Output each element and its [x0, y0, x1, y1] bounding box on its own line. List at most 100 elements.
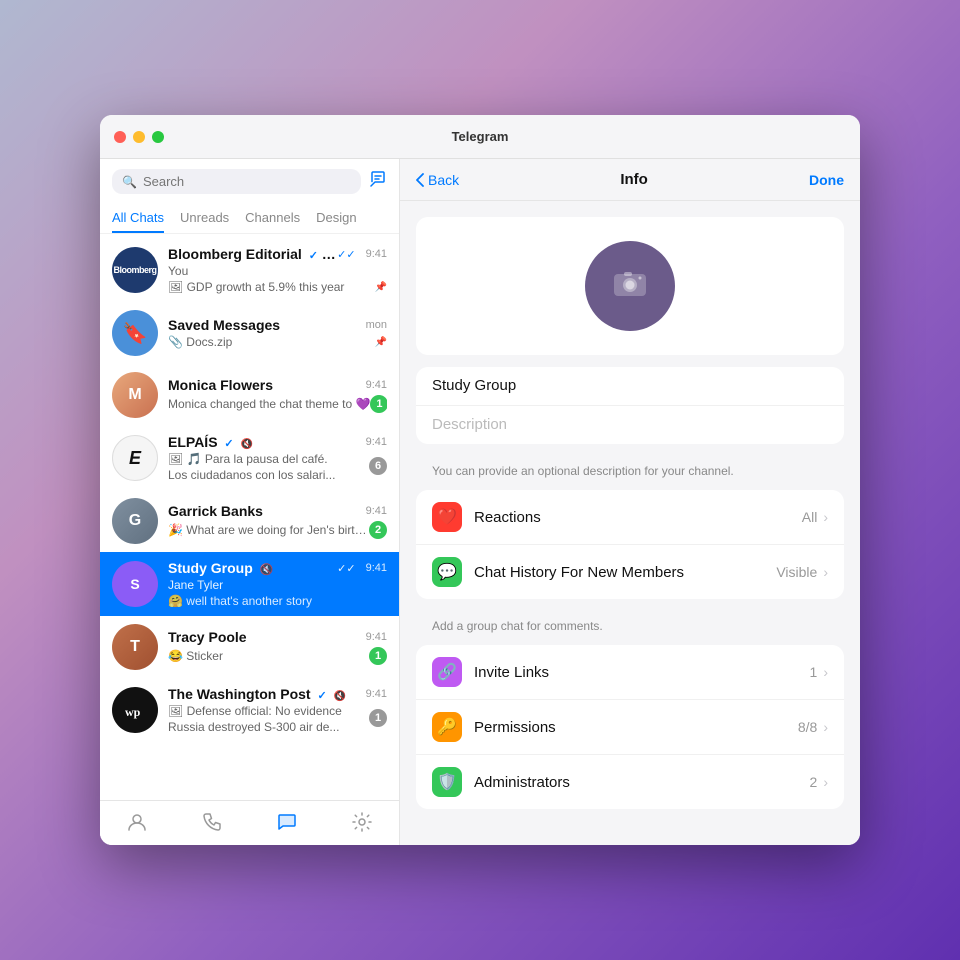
chat-history-icon: 💬 — [437, 562, 457, 582]
description-placeholder: Description — [432, 416, 507, 433]
mute-icon-elpais: 🔇 — [241, 439, 253, 450]
chat-body-garrick: Garrick Banks 9:41 🎉 What are we doing f… — [168, 503, 387, 539]
chat-preview-study: 🤗 well that's another story — [168, 594, 387, 608]
chat-body-elpais: ELPAÍS ✓ 🔇 9:41 🖼 🎵 Para la pausa del ca… — [168, 434, 387, 482]
chat-preview-garrick: 🎉 What are we doing for Jen's birthday o… — [168, 521, 387, 539]
reactions-value: All — [802, 509, 818, 525]
badge-garrick: 2 — [369, 521, 387, 539]
chat-name-bloomberg: Bloomberg Editorial ✓ 🔇 — [168, 246, 337, 262]
app-title: Telegram — [452, 129, 509, 144]
chat-name-tracy: Tracy Poole — [168, 629, 247, 645]
chat-time-monica: 9:41 — [366, 379, 387, 391]
search-icon: 🔍 — [122, 175, 137, 189]
avatar-garrick: G — [112, 498, 158, 544]
nav-contacts-icon[interactable] — [126, 811, 148, 833]
chat-name-wp: The Washington Post ✓ 🔇 — [168, 686, 346, 702]
chat-item-garrick[interactable]: G Garrick Banks 9:41 🎉 What are we doing… — [100, 490, 399, 552]
permissions-row[interactable]: 🔑 Permissions 8/8 › — [416, 700, 844, 755]
reactions-icon: ❤️ — [437, 507, 457, 527]
invite-links-icon-wrap: 🔗 — [432, 657, 462, 687]
chat-name-study: Study Group 🔇 — [168, 560, 273, 576]
compose-icon[interactable] — [369, 170, 387, 193]
tab-channels[interactable]: Channels — [245, 204, 300, 233]
chat-history-chevron: › — [823, 564, 828, 580]
invite-links-label: Invite Links — [474, 664, 810, 681]
avatar-wp: wp — [112, 687, 158, 733]
permissions-chevron: › — [823, 719, 828, 735]
administrators-row[interactable]: 🛡️ Administrators 2 › — [416, 755, 844, 809]
done-button[interactable]: Done — [809, 172, 844, 188]
chat-body-study: Study Group 🔇 ✓✓ 9:41 Jane Tyler 🤗 well … — [168, 560, 387, 608]
traffic-lights — [114, 131, 164, 143]
titlebar: Telegram — [100, 115, 860, 159]
search-bar: 🔍 — [100, 159, 399, 204]
settings-section: ❤️ Reactions All › 💬 Chat History For Ne… — [416, 490, 844, 599]
tab-design[interactable]: Design — [316, 204, 356, 233]
nav-calls-icon[interactable] — [201, 811, 223, 833]
chat-body-monica: Monica Flowers 9:41 Monica changed the c… — [168, 377, 387, 413]
chat-item-tracy[interactable]: T Tracy Poole 9:41 😂 Sticker 1 — [100, 616, 399, 678]
group-avatar[interactable] — [585, 241, 675, 331]
badge-wp: 1 — [369, 709, 387, 727]
chat-item-elpais[interactable]: E ELPAÍS ✓ 🔇 9:41 🖼 🎵 Para la — [100, 426, 399, 490]
badge-tracy: 1 — [369, 647, 387, 665]
administrators-label: Administrators — [474, 774, 810, 791]
chat-body-saved: Saved Messages mon 📎 Docs.zip 📌 — [168, 317, 387, 349]
search-input-wrap[interactable]: 🔍 — [112, 169, 361, 194]
permissions-icon: 🔑 — [437, 717, 457, 737]
invite-links-value: 1 — [810, 664, 818, 680]
back-button[interactable]: Back — [416, 172, 459, 188]
tab-all-chats[interactable]: All Chats — [112, 204, 164, 233]
administrators-icon-wrap: 🛡️ — [432, 767, 462, 797]
search-input[interactable] — [143, 174, 351, 189]
avatar-tracy: T — [112, 624, 158, 670]
close-button[interactable] — [114, 131, 126, 143]
chat-preview2-elpais: Los ciudadanos con los salari... — [168, 468, 335, 482]
chat-item-study[interactable]: S Study Group 🔇 ✓✓ 9:41 Jane Tyler — [100, 552, 399, 616]
badge-elpais: 6 — [369, 457, 387, 475]
verified-icon-elpais: ✓ — [224, 438, 233, 450]
settings-row-chat-history[interactable]: 💬 Chat History For New Members Visible › — [416, 545, 844, 599]
avatar-elpais: E — [112, 435, 158, 481]
chat-preview-tracy: 😂 Sticker 1 — [168, 647, 387, 665]
chat-item-bloomberg[interactable]: Bloomberg Bloomberg Editorial ✓ 🔇 ✓✓ 9:4… — [100, 238, 399, 302]
chat-item-monica[interactable]: M Monica Flowers 9:41 Monica changed the… — [100, 364, 399, 426]
description-field[interactable]: Description — [416, 406, 844, 444]
chat-preview-saved: 📎 Docs.zip 📌 — [168, 335, 387, 349]
avatar-bloomberg: Bloomberg — [112, 247, 158, 293]
right-panel: Back Info Done — [400, 159, 860, 845]
chat-time-elpais: 9:41 — [366, 436, 387, 448]
administrators-chevron: › — [823, 774, 828, 790]
chat-preview-name-study: Jane Tyler — [168, 578, 387, 592]
settings-row-reactions[interactable]: ❤️ Reactions All › — [416, 490, 844, 545]
tab-unreads[interactable]: Unreads — [180, 204, 229, 233]
badge-monica: 1 — [370, 395, 387, 413]
camera-icon — [612, 264, 648, 308]
group-avatar-section — [416, 217, 844, 355]
chat-history-icon-wrap: 💬 — [432, 557, 462, 587]
chat-preview-wp: 🖼 Defense official: No evidence — [168, 704, 342, 718]
chat-name-garrick: Garrick Banks — [168, 503, 263, 519]
chat-item-wp[interactable]: wp The Washington Post ✓ 🔇 9:41 — [100, 678, 399, 742]
reactions-chevron: › — [823, 509, 828, 525]
avatar-saved: 🔖 — [112, 310, 158, 356]
nav-chats-icon[interactable] — [276, 811, 298, 833]
description-hint: You can provide an optional description … — [416, 456, 844, 478]
invite-links-row[interactable]: 🔗 Invite Links 1 › — [416, 645, 844, 700]
comments-hint: Add a group chat for comments. — [416, 611, 844, 633]
maximize-button[interactable] — [152, 131, 164, 143]
nav-settings-icon[interactable] — [351, 811, 373, 833]
verified-icon-bloomberg: ✓ — [309, 250, 318, 262]
minimize-button[interactable] — [133, 131, 145, 143]
sidebar: 🔍 All Chats Unreads Channels Design — [100, 159, 400, 845]
group-name-field[interactable]: Study Group — [416, 367, 844, 406]
verified-icon-wp: ✓ — [317, 690, 326, 702]
chat-time-bloomberg: 9:41 — [366, 248, 387, 260]
chat-body-wp: The Washington Post ✓ 🔇 9:41 🖼 Defense o… — [168, 686, 387, 734]
panel-title: Info — [620, 171, 648, 188]
pin-icon-saved: 📌 — [375, 337, 387, 348]
bottom-nav — [100, 800, 399, 845]
app-window: Telegram 🔍 All Chats Unre — [100, 115, 860, 845]
chat-body-tracy: Tracy Poole 9:41 😂 Sticker 1 — [168, 629, 387, 665]
chat-item-saved[interactable]: 🔖 Saved Messages mon 📎 Docs.zip 📌 — [100, 302, 399, 364]
